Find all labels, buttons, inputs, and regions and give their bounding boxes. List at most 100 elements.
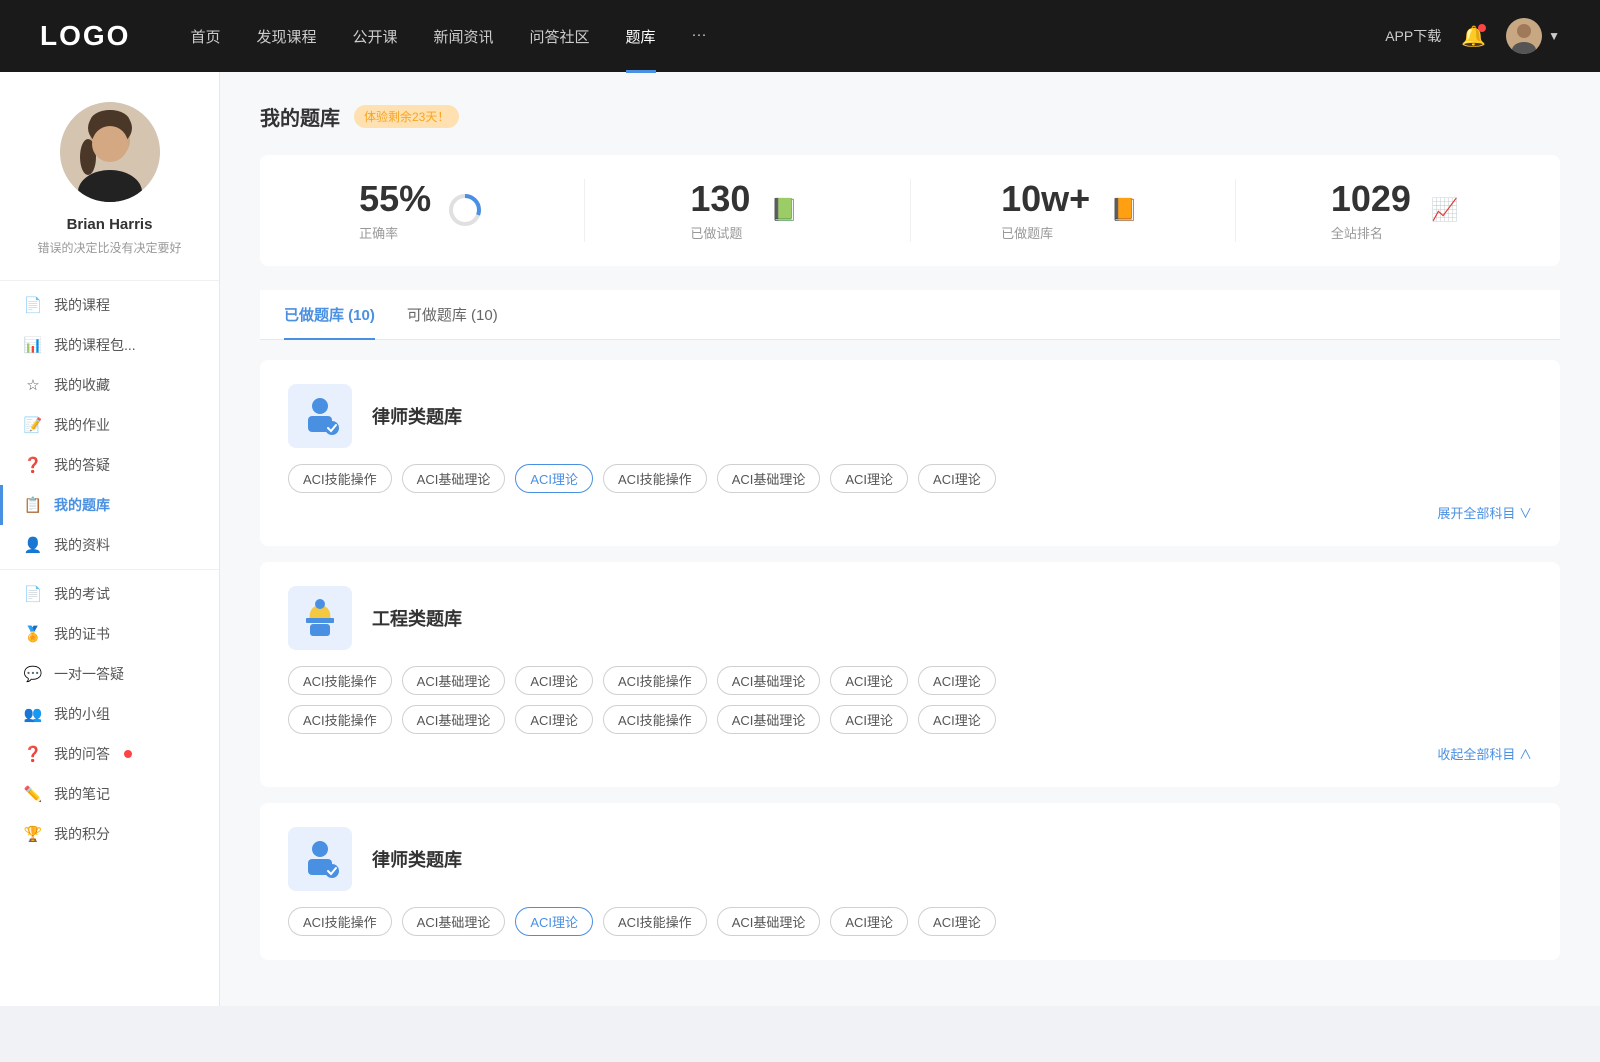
user-avatar-large — [60, 102, 160, 202]
tag-lawyer2-2[interactable]: ACI理论 — [515, 907, 593, 936]
sidebar-item-qa[interactable]: ❓ 我的答疑 — [0, 445, 219, 485]
sidebar-divider-top — [0, 280, 219, 281]
engineer-icon — [288, 586, 352, 650]
tag-eng-8[interactable]: ACI基础理论 — [402, 705, 506, 734]
sidebar-label-bank: 我的题库 — [54, 495, 110, 515]
tag-lawyer1-6[interactable]: ACI理论 — [918, 464, 996, 493]
avatar — [1506, 18, 1542, 54]
tag-lawyer1-0[interactable]: ACI技能操作 — [288, 464, 392, 493]
tag-eng-4[interactable]: ACI基础理论 — [717, 666, 821, 695]
tag-lawyer1-3[interactable]: ACI技能操作 — [603, 464, 707, 493]
sidebar-item-points[interactable]: 🏆 我的积分 — [0, 814, 219, 854]
nav-bank[interactable]: 题库 — [626, 26, 656, 47]
tag-eng-10[interactable]: ACI技能操作 — [603, 705, 707, 734]
sidebar-item-certificate[interactable]: 🏅 我的证书 — [0, 614, 219, 654]
sidebar-label-favorites: 我的收藏 — [54, 375, 110, 395]
tag-eng-13[interactable]: ACI理论 — [918, 705, 996, 734]
tab-done-banks[interactable]: 已做题库 (10) — [284, 290, 375, 339]
notebook-icon: 📗 — [764, 190, 804, 230]
sidebar-item-profile[interactable]: 👤 我的资料 — [0, 525, 219, 565]
tag-eng-11[interactable]: ACI基础理论 — [717, 705, 821, 734]
avatar-image — [1506, 18, 1542, 54]
username-display: Brian Harris — [67, 216, 153, 233]
accuracy-label: 正确率 — [359, 223, 431, 242]
tag-eng-12[interactable]: ACI理论 — [830, 705, 908, 734]
sidebar-item-bank[interactable]: 📋 我的题库 — [0, 485, 219, 525]
stat-ranking: 1029 全站排名 📈 — [1236, 179, 1560, 242]
tag-eng-3[interactable]: ACI技能操作 — [603, 666, 707, 695]
user-avatar-button[interactable]: ▼ — [1506, 18, 1560, 54]
sidebar-label-course-package: 我的课程包... — [54, 335, 136, 355]
nav-more[interactable]: ··· — [692, 26, 707, 47]
course-package-icon: 📊 — [24, 336, 42, 354]
sidebar-label-profile: 我的资料 — [54, 535, 110, 555]
tag-eng-1[interactable]: ACI基础理论 — [402, 666, 506, 695]
bank-title-engineer: 工程类题库 — [372, 605, 462, 631]
nav-news[interactable]: 新闻资讯 — [434, 26, 494, 47]
stats-row: 55% 正确率 130 已做试题 📗 — [260, 155, 1560, 266]
sidebar-item-favorites[interactable]: ☆ 我的收藏 — [0, 365, 219, 405]
tag-lawyer1-4[interactable]: ACI基础理论 — [717, 464, 821, 493]
points-icon: 🏆 — [24, 825, 42, 843]
navbar: LOGO 首页 发现课程 公开课 新闻资讯 问答社区 题库 ··· APP下载 … — [0, 0, 1600, 72]
nav-open-course[interactable]: 公开课 — [352, 26, 397, 47]
rank-label: 全站排名 — [1331, 223, 1411, 242]
tag-eng-5[interactable]: ACI理论 — [830, 666, 908, 695]
sidebar-item-notes[interactable]: ✏️ 我的笔记 — [0, 774, 219, 814]
tag-lawyer2-6[interactable]: ACI理论 — [918, 907, 996, 936]
tag-lawyer2-4[interactable]: ACI基础理论 — [717, 907, 821, 936]
qa-icon: ❓ — [24, 456, 42, 474]
user-motto: 错误的决定比没有决定要好 — [27, 239, 191, 256]
tag-eng-2[interactable]: ACI理论 — [515, 666, 593, 695]
donut-chart — [447, 192, 483, 228]
bank-title-lawyer-2: 律师类题库 — [372, 846, 462, 872]
nav-qa[interactable]: 问答社区 — [530, 26, 590, 47]
stat-rank-text: 1029 全站排名 — [1331, 179, 1411, 242]
notification-dot — [1478, 24, 1486, 32]
sidebar-label-homework: 我的作业 — [54, 415, 110, 435]
sidebar-item-course-package[interactable]: 📊 我的课程包... — [0, 325, 219, 365]
tag-lawyer2-1[interactable]: ACI基础理论 — [402, 907, 506, 936]
nav-discover[interactable]: 发现课程 — [256, 26, 316, 47]
tags-row-engineer-1: ACI技能操作 ACI基础理论 ACI理论 ACI技能操作 ACI基础理论 AC… — [288, 666, 1532, 695]
tag-eng-9[interactable]: ACI理论 — [515, 705, 593, 734]
expand-engineer[interactable]: 收起全部科目 ∧ — [288, 744, 1532, 763]
nav-links: 首页 发现课程 公开课 新闻资讯 问答社区 题库 ··· — [190, 26, 1385, 47]
app-download-button[interactable]: APP下载 — [1385, 26, 1441, 46]
sidebar-label-1on1: 一对一答疑 — [54, 664, 124, 684]
tag-lawyer1-2[interactable]: ACI理论 — [515, 464, 593, 493]
page-title: 我的题库 — [260, 102, 340, 131]
tag-eng-0[interactable]: ACI技能操作 — [288, 666, 392, 695]
tag-lawyer1-5[interactable]: ACI理论 — [830, 464, 908, 493]
sidebar-item-group[interactable]: 👥 我的小组 — [0, 694, 219, 734]
tag-lawyer2-3[interactable]: ACI技能操作 — [603, 907, 707, 936]
sidebar-item-homework[interactable]: 📝 我的作业 — [0, 405, 219, 445]
tag-eng-6[interactable]: ACI理论 — [918, 666, 996, 695]
banks-label: 已做题库 — [1001, 223, 1090, 242]
lawyer-icon-1 — [288, 384, 352, 448]
tag-eng-7[interactable]: ACI技能操作 — [288, 705, 392, 734]
bank-header-lawyer-1: 律师类题库 — [288, 384, 1532, 448]
expand-lawyer-1[interactable]: 展开全部科目 ∨ — [288, 503, 1532, 522]
user-avatar-svg — [60, 102, 160, 202]
sidebar-item-my-course[interactable]: 📄 我的课程 — [0, 285, 219, 325]
stat-accuracy-text: 55% 正确率 — [359, 179, 431, 242]
tag-lawyer2-5[interactable]: ACI理论 — [830, 907, 908, 936]
sidebar-label-exam: 我的考试 — [54, 584, 110, 604]
book-icon: 📙 — [1104, 190, 1144, 230]
sidebar-item-exam[interactable]: 📄 我的考试 — [0, 574, 219, 614]
sidebar-label-points: 我的积分 — [54, 824, 110, 844]
profile-icon: 👤 — [24, 536, 42, 554]
tag-lawyer1-1[interactable]: ACI基础理论 — [402, 464, 506, 493]
sidebar-item-1on1[interactable]: 💬 一对一答疑 — [0, 654, 219, 694]
homework-icon: 📝 — [24, 416, 42, 434]
tag-lawyer2-0[interactable]: ACI技能操作 — [288, 907, 392, 936]
sidebar-label-notes: 我的笔记 — [54, 784, 110, 804]
bank-header-lawyer-2: 律师类题库 — [288, 827, 1532, 891]
stat-banks-text: 10w+ 已做题库 — [1001, 179, 1090, 242]
main-content: 我的题库 体验剩余23天！ 55% 正确率 — [220, 72, 1600, 1006]
sidebar-item-my-qa[interactable]: ❓ 我的问答 — [0, 734, 219, 774]
tab-available-banks[interactable]: 可做题库 (10) — [407, 290, 498, 339]
nav-home[interactable]: 首页 — [190, 26, 220, 47]
notification-bell[interactable]: 🔔 — [1461, 24, 1486, 49]
